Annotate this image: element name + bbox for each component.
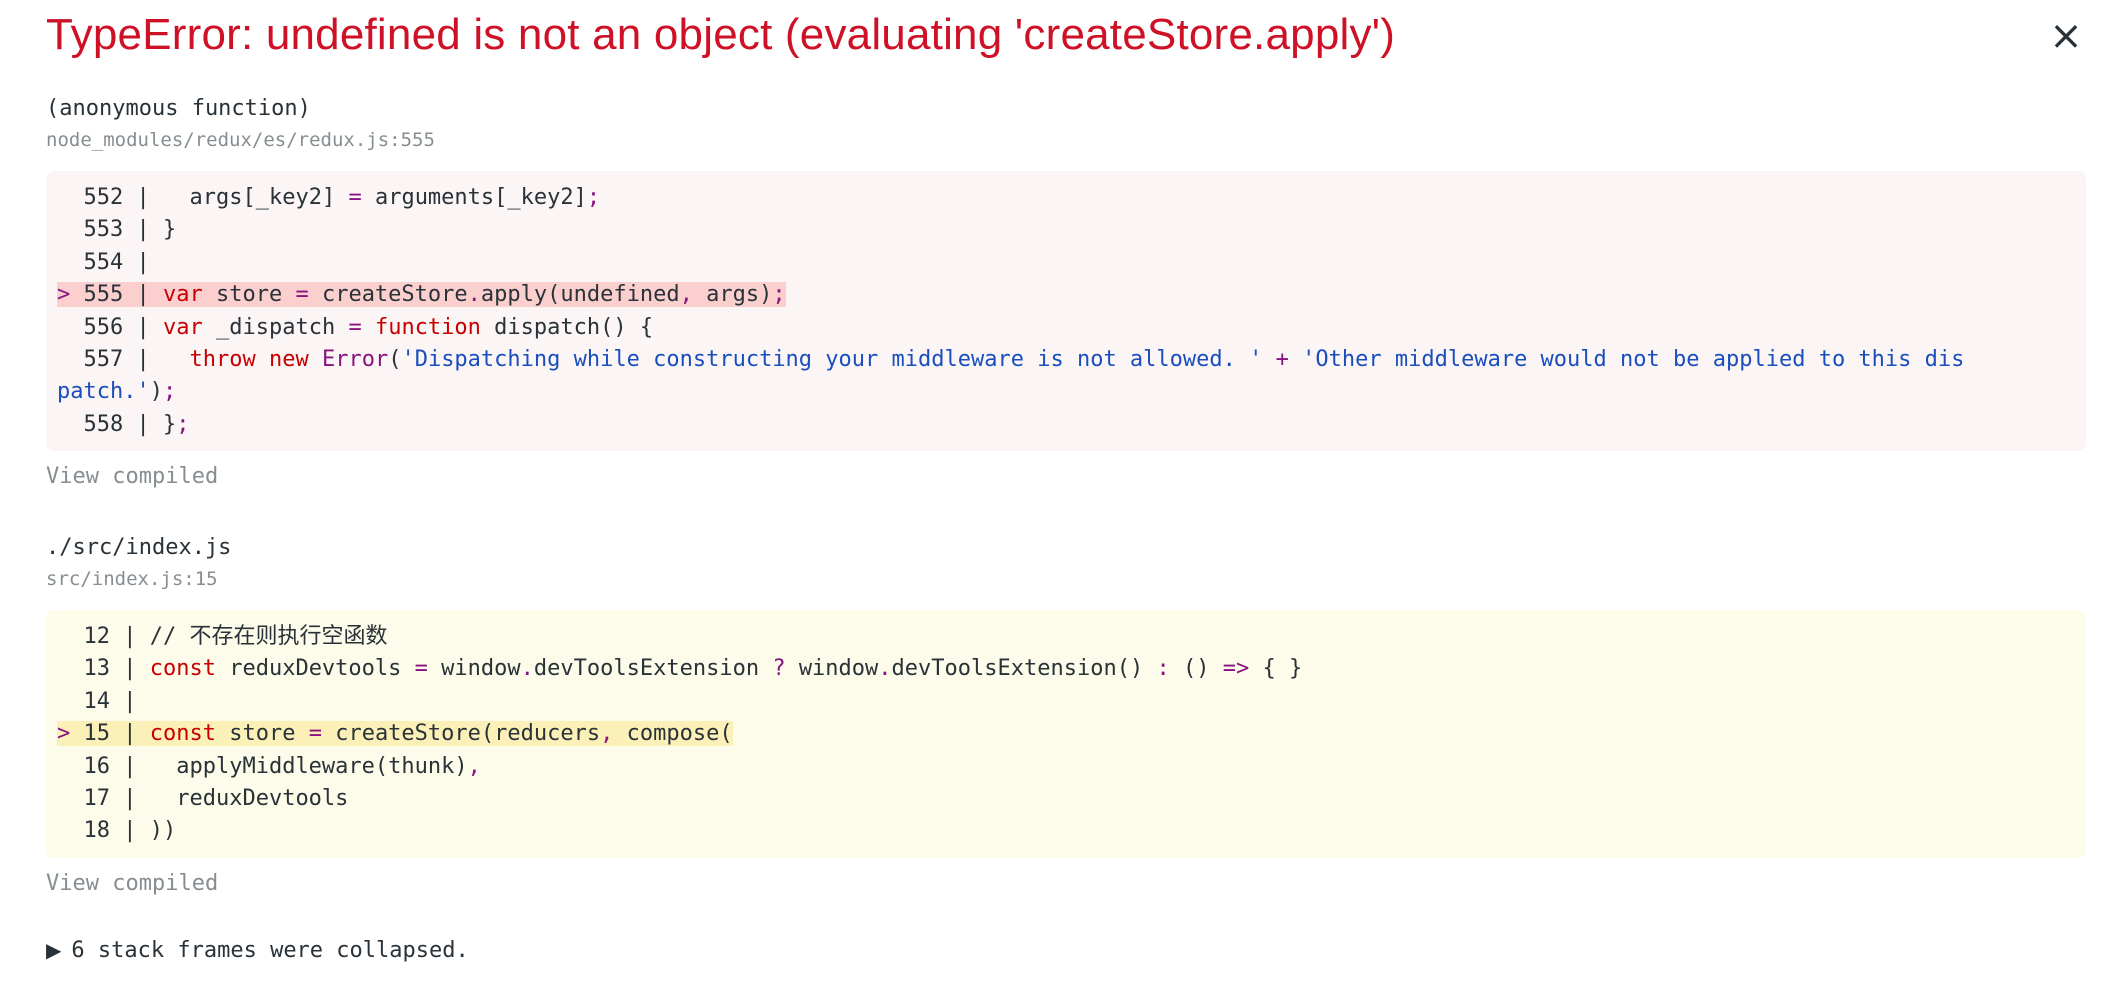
line-number: 14 | — [57, 688, 150, 714]
stack-frame-redux: (anonymous function) node_modules/redux/… — [46, 93, 2086, 493]
code-line: 552 | args[_key2] = arguments[_key2]; — [57, 185, 601, 210]
code-line: 558 | }; — [57, 411, 190, 437]
line-number: 553 | — [57, 217, 163, 243]
line-number: 552 | — [57, 185, 163, 210]
line-number: 557 | — [57, 347, 163, 373]
code-line: 18 | )) — [57, 818, 177, 844]
code-snippet: 12 | // 不存在则执行空函数 13 | const reduxDevtoo… — [46, 610, 2086, 858]
line-number: 18 | — [57, 818, 150, 844]
code-line: 17 | reduxDevtools — [57, 786, 349, 812]
code-line: 556 | var _dispatch = function dispatch(… — [57, 314, 654, 340]
frame-function-name: (anonymous function) — [46, 96, 311, 121]
collapsed-frames-label: 6 stack frames were collapsed. — [71, 938, 469, 963]
line-number: 558 | — [57, 411, 163, 437]
code-line: 12 | // 不存在则执行空函数 — [57, 624, 388, 649]
line-number: 13 | — [57, 656, 150, 682]
line-number: 15 | — [70, 721, 150, 747]
line-number: 16 | — [57, 753, 150, 779]
frame-location-link[interactable]: node_modules/redux/es/redux.js:555 — [46, 125, 2086, 155]
highlighted-code-line: > 15 | const store = createStore(reducer… — [57, 721, 733, 747]
expand-arrow-icon: ▶ — [46, 938, 62, 962]
code-line: 14 | — [57, 686, 1976, 718]
code-line: 13 | const reduxDevtools = window.devToo… — [57, 656, 1303, 682]
stack-frame-index: ./src/index.js src/index.js:15 12 | // 不… — [46, 532, 2086, 900]
line-number: 12 | — [57, 624, 150, 649]
collapsed-frames-toggle[interactable]: ▶ 6 stack frames were collapsed. — [46, 938, 469, 963]
line-number: 554 | — [57, 249, 163, 275]
code-snippet: 552 | args[_key2] = arguments[_key2]; 55… — [46, 171, 2086, 452]
highlighted-code-line: > 555 | var store = createStore.apply(un… — [57, 282, 786, 308]
line-number: 17 | — [57, 786, 150, 812]
view-compiled-button[interactable]: View compiled — [46, 461, 218, 493]
code-line: 553 | } — [57, 217, 177, 243]
view-compiled-button[interactable]: View compiled — [46, 868, 218, 900]
line-number: 556 | — [57, 314, 163, 340]
code-line: 16 | applyMiddleware(thunk), — [57, 753, 481, 779]
line-number: 555 | — [70, 282, 163, 308]
frame-location-link[interactable]: src/index.js:15 — [46, 564, 2086, 594]
code-line: 554 | — [57, 247, 1976, 279]
error-title: TypeError: undefined is not an object (e… — [46, 10, 1396, 59]
code-line: 557 | throw new Error('Dispatching while… — [57, 347, 1965, 405]
frame-function-name: ./src/index.js — [46, 535, 232, 560]
close-icon[interactable]: × — [2046, 14, 2086, 58]
